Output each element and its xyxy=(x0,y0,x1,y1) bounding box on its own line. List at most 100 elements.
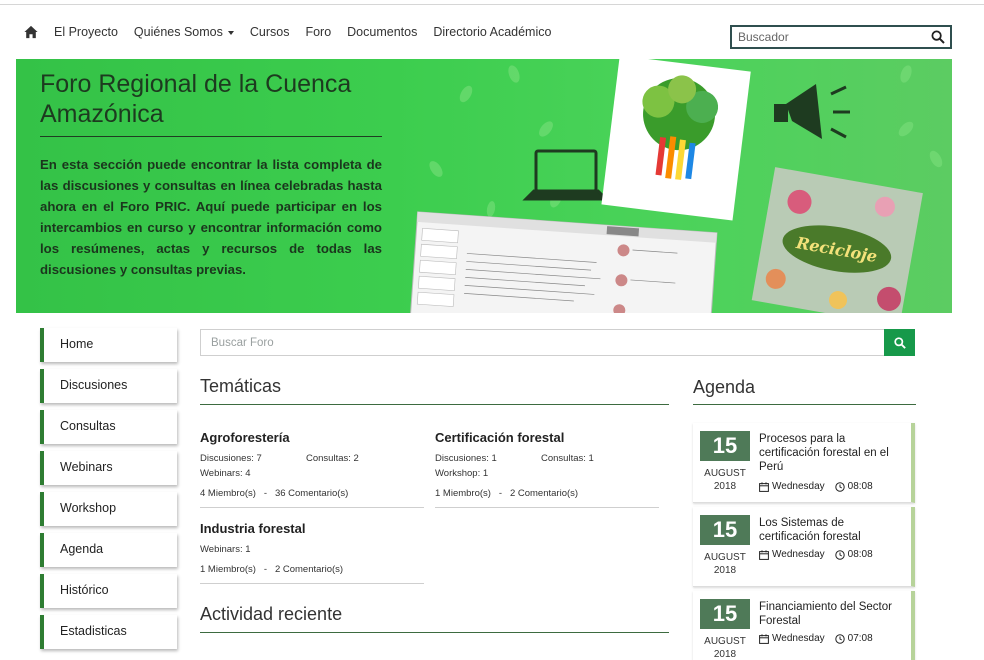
sidebar-item-estadisticas[interactable]: Estadisticas xyxy=(40,615,177,649)
laptop-icon xyxy=(522,149,610,201)
sidebar-item-historico[interactable]: Histórico xyxy=(40,574,177,608)
topic-webinars-count: Webinars: 4 xyxy=(200,468,251,479)
clock-icon xyxy=(834,633,845,644)
event-month: AUGUST xyxy=(704,552,746,563)
event-month-year: AUGUST 2018 xyxy=(697,467,753,493)
event-time: 08:08 xyxy=(847,481,873,492)
actividad-divider xyxy=(200,632,669,633)
site-search-input[interactable] xyxy=(732,27,922,47)
topic-counts: Workshop: 1 xyxy=(435,468,659,483)
topic-counts: Webinars: 1 xyxy=(200,544,424,559)
event-year: 2018 xyxy=(713,649,737,660)
home-icon[interactable] xyxy=(24,25,38,39)
agenda-event[interactable]: 15 AUGUST 2018 Financiamiento del Sector … xyxy=(693,591,915,660)
nav-foro[interactable]: Foro xyxy=(305,25,331,39)
tematicas-divider xyxy=(200,404,669,405)
agenda-event[interactable]: 15 AUGUST 2018 Procesos para la certifica… xyxy=(693,423,915,503)
tree-logo-card xyxy=(601,59,751,221)
site-search xyxy=(730,25,952,49)
event-datetime: Wednesday 07:08 xyxy=(759,633,873,644)
topic-title-certificacion-forestal[interactable]: Certificación forestal xyxy=(435,430,659,445)
nav-quienes-somos-label: Quiénes Somos xyxy=(133,25,223,39)
topic-card: Industria forestal Webinars: 1 1 Miembro… xyxy=(200,521,424,584)
search-icon xyxy=(893,336,906,349)
sidebar-item-workshop[interactable]: Workshop xyxy=(40,492,177,526)
event-year: 2018 xyxy=(713,565,737,576)
forum-search-input[interactable] xyxy=(201,330,861,355)
nav-menu: El Proyecto Quiénes Somos Cursos Foro Do… xyxy=(24,25,567,39)
nav-directorio-academico[interactable]: Directorio Académico xyxy=(433,25,551,39)
megaphone-icon xyxy=(774,84,850,139)
banner-title: Foro Regional de la Cuenca Amazónica xyxy=(40,70,352,128)
event-time: 07:08 xyxy=(847,633,873,644)
sidebar-item-agenda[interactable]: Agenda xyxy=(40,533,177,567)
calendar-icon xyxy=(759,481,769,492)
topic-counts: Discusiones: 1 Consultas: 1 xyxy=(435,453,659,468)
event-day-badge: 15 xyxy=(700,599,750,629)
tematicas-heading: Temáticas xyxy=(200,376,282,396)
topic-card: Certificación forestal Discusiones: 1 Co… xyxy=(435,430,659,508)
sidebar-item-consultas[interactable]: Consultas xyxy=(40,410,177,444)
topic-members-comments: 1 Miembro(s) - 2 Comentario(s) xyxy=(200,564,344,575)
topic-discusiones-count: Discusiones: 7 xyxy=(200,453,262,464)
topic-divider xyxy=(200,583,424,584)
topic-consultas-count: Consultas: 1 xyxy=(541,453,594,464)
top-navbar: El Proyecto Quiénes Somos Cursos Foro Do… xyxy=(16,16,952,52)
topic-title-agroforesteria[interactable]: Agroforestería xyxy=(200,430,424,445)
topic-card: Agroforestería Discusiones: 7 Consultas:… xyxy=(200,430,424,508)
topic-discusiones-count: Discusiones: 1 xyxy=(435,453,497,464)
banner-divider xyxy=(40,136,382,137)
topic-counts: Discusiones: 7 Consultas: 2 xyxy=(200,453,424,468)
topic-members-comments: 1 Miembro(s) - 2 Comentario(s) xyxy=(435,488,579,499)
actividad-heading: Actividad reciente xyxy=(200,604,343,624)
agenda-event[interactable]: 15 AUGUST 2018 Los Sistemas de certificac… xyxy=(693,507,915,587)
sidebar-item-webinars[interactable]: Webinars xyxy=(40,451,177,485)
banner-illustration: Recicloje xyxy=(409,59,943,313)
event-day-badge: 15 xyxy=(700,431,750,461)
forum-search-button[interactable] xyxy=(884,329,915,356)
agenda-heading: Agenda xyxy=(693,377,756,397)
nav-documentos[interactable]: Documentos xyxy=(347,25,417,39)
nav-cursos[interactable]: Cursos xyxy=(250,25,290,39)
event-month-year: AUGUST 2018 xyxy=(697,551,753,577)
event-weekday: Wednesday xyxy=(772,633,825,644)
event-year: 2018 xyxy=(713,481,737,492)
event-weekday: Wednesday xyxy=(772,549,825,560)
sidebar-item-discusiones[interactable]: Discusiones xyxy=(40,369,177,403)
topic-counts: Webinars: 4 xyxy=(200,468,424,483)
event-title[interactable]: Los Sistemas de certificación forestal xyxy=(759,516,905,544)
topic-divider xyxy=(435,507,659,508)
clock-icon xyxy=(834,549,845,560)
nav-el-proyecto[interactable]: El Proyecto xyxy=(54,25,118,39)
forum-search xyxy=(200,329,915,356)
calendar-icon xyxy=(759,549,769,560)
chevron-down-icon xyxy=(227,30,234,35)
agenda-divider xyxy=(693,404,916,405)
recycle-card: Recicloje xyxy=(751,167,923,313)
topic-members-comments: 4 Miembro(s) - 36 Comentario(s) xyxy=(200,488,349,499)
calendar-icon xyxy=(759,633,769,644)
event-title[interactable]: Financiamiento del Sector Forestal xyxy=(759,600,905,628)
topic-consultas-count: Consultas: 2 xyxy=(306,453,359,464)
event-month-year: AUGUST 2018 xyxy=(697,635,753,660)
clock-icon xyxy=(834,481,845,492)
topic-workshop-count: Workshop: 1 xyxy=(435,468,489,479)
event-day-badge: 15 xyxy=(700,515,750,545)
topic-title-industria-forestal[interactable]: Industria forestal xyxy=(200,521,424,536)
hero-banner: Foro Regional de la Cuenca Amazónica En … xyxy=(16,59,952,313)
event-title[interactable]: Procesos para la certificación forestal … xyxy=(759,432,905,474)
sidebar-item-home[interactable]: Home xyxy=(40,328,177,362)
nav-quienes-somos[interactable]: Quiénes Somos xyxy=(134,25,234,39)
top-divider xyxy=(0,4,984,5)
event-month: AUGUST xyxy=(704,636,746,647)
topic-webinars-count: Webinars: 1 xyxy=(200,544,251,555)
forum-screenshot-mockup xyxy=(409,211,718,313)
search-icon[interactable] xyxy=(931,30,945,44)
forum-sidebar: Home Discusiones Consultas Webinars Work… xyxy=(40,328,177,656)
event-time: 08:08 xyxy=(847,549,873,560)
banner-description: En esta sección puede encontrar la lista… xyxy=(40,157,382,277)
event-datetime: Wednesday 08:08 xyxy=(759,481,873,492)
event-weekday: Wednesday xyxy=(772,481,825,492)
topic-divider xyxy=(200,507,424,508)
event-datetime: Wednesday 08:08 xyxy=(759,549,873,560)
